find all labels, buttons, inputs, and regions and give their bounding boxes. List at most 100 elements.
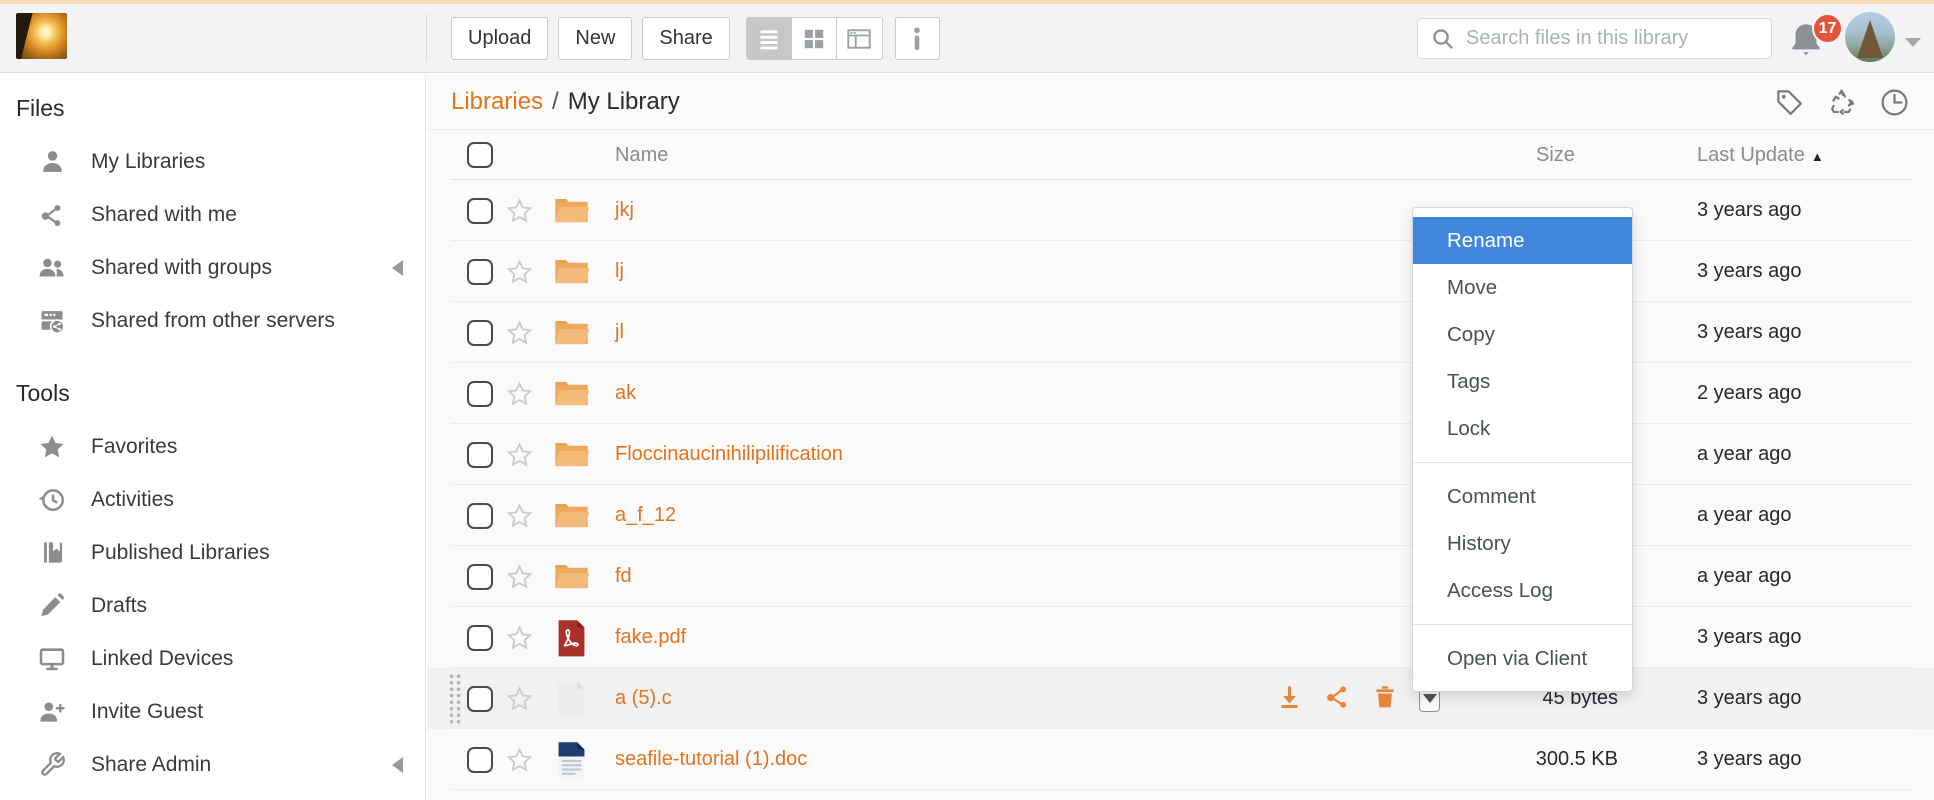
last-update: 3 years ago bbox=[1697, 687, 1913, 710]
favorite-star-icon[interactable] bbox=[493, 502, 545, 530]
sidebar-item-drafts[interactable]: Drafts bbox=[0, 579, 425, 632]
menu-item-history[interactable]: History bbox=[1413, 520, 1632, 567]
menu-item-comment[interactable]: Comment bbox=[1413, 473, 1632, 520]
folder-icon bbox=[545, 195, 597, 226]
row-checkbox[interactable] bbox=[467, 747, 493, 773]
column-header-size[interactable]: Size bbox=[1446, 144, 1697, 167]
favorite-star-icon[interactable] bbox=[493, 258, 545, 286]
grid-view-icon[interactable] bbox=[792, 18, 837, 59]
trash-icon[interactable] bbox=[1372, 683, 1398, 715]
table-row[interactable]: jkj 3 years ago bbox=[427, 180, 1934, 241]
table-row-hovered[interactable]: a (5).c 45 bytes 3 years ago bbox=[427, 668, 1934, 729]
table-row[interactable]: lj 3 years ago bbox=[427, 241, 1934, 302]
sidebar-item-linked-devices[interactable]: Linked Devices bbox=[0, 632, 425, 685]
table-row[interactable]: fake.pdf 3 years ago bbox=[427, 607, 1934, 668]
search-box bbox=[1417, 18, 1772, 59]
favorite-star-icon[interactable] bbox=[493, 197, 545, 225]
notification-count-badge[interactable]: 17 bbox=[1812, 13, 1843, 44]
row-checkbox[interactable] bbox=[467, 503, 493, 529]
avatar[interactable] bbox=[1845, 12, 1895, 62]
row-checkbox[interactable] bbox=[467, 564, 493, 590]
history-clock-icon[interactable] bbox=[1879, 87, 1910, 118]
share-nodes-icon[interactable] bbox=[1324, 683, 1351, 715]
row-checkbox[interactable] bbox=[467, 259, 493, 285]
table-row[interactable]: jl 3 years ago bbox=[427, 302, 1934, 363]
sidebar-item-shared-with-groups[interactable]: Shared with groups bbox=[0, 241, 425, 294]
table-row[interactable]: fd a year ago bbox=[427, 546, 1934, 607]
search-input[interactable] bbox=[1466, 27, 1758, 50]
column-header-name[interactable]: Name bbox=[597, 144, 1276, 167]
favorite-star-icon[interactable] bbox=[493, 563, 545, 591]
download-icon[interactable] bbox=[1276, 683, 1303, 715]
menu-item-tags[interactable]: Tags bbox=[1413, 358, 1632, 405]
share-button[interactable]: Share bbox=[642, 17, 729, 60]
file-name-link[interactable]: fd bbox=[597, 565, 1276, 588]
detail-view-icon[interactable] bbox=[837, 18, 882, 59]
file-list: jkj 3 years ago lj 3 years ago jl bbox=[427, 180, 1934, 790]
recycle-trash-icon[interactable] bbox=[1826, 87, 1857, 118]
table-row[interactable]: Floccinaucinihilipilification a year ago bbox=[427, 424, 1934, 485]
file-name-link[interactable]: jl bbox=[597, 321, 1276, 344]
app-logo[interactable] bbox=[16, 13, 67, 59]
file-name-link[interactable]: ak bbox=[597, 382, 1276, 405]
breadcrumb-libraries-link[interactable]: Libraries bbox=[451, 88, 543, 116]
info-button[interactable] bbox=[895, 17, 940, 60]
collapse-chevron-left-icon[interactable] bbox=[392, 757, 403, 773]
menu-item-move[interactable]: Move bbox=[1413, 264, 1632, 311]
row-checkbox[interactable] bbox=[467, 381, 493, 407]
new-button[interactable]: New bbox=[558, 17, 632, 60]
account-chevron-down-icon[interactable] bbox=[1905, 38, 1921, 47]
sidebar-item-shared-from-other-servers[interactable]: Shared from other servers bbox=[0, 294, 425, 347]
sidebar-item-shared-with-me[interactable]: Shared with me bbox=[0, 188, 425, 241]
sidebar-item-activities[interactable]: Activities bbox=[0, 473, 425, 526]
tag-icon[interactable] bbox=[1773, 87, 1804, 118]
file-name-link[interactable]: a (5).c bbox=[597, 687, 1276, 710]
list-view-icon[interactable] bbox=[747, 18, 792, 59]
breadcrumb-current-library: My Library bbox=[568, 88, 680, 116]
column-header-last-update[interactable]: Last Update▲ bbox=[1697, 144, 1913, 167]
favorite-star-icon[interactable] bbox=[493, 319, 545, 347]
history-icon bbox=[37, 486, 67, 513]
table-row[interactable]: seafile-tutorial (1).doc 300.5 KB 3 year… bbox=[427, 729, 1934, 790]
library-action-icons bbox=[1773, 74, 1910, 130]
sidebar-item-share-admin[interactable]: Share Admin bbox=[0, 738, 425, 791]
upload-button[interactable]: Upload bbox=[451, 17, 548, 60]
row-checkbox[interactable] bbox=[467, 625, 493, 651]
file-name-link[interactable]: a_f_12 bbox=[597, 504, 1276, 527]
favorite-star-icon[interactable] bbox=[493, 685, 545, 713]
table-row[interactable]: a_f_12 a year ago bbox=[427, 485, 1934, 546]
table-row[interactable]: ak 2 years ago bbox=[427, 363, 1934, 424]
collapse-chevron-left-icon[interactable] bbox=[392, 260, 403, 276]
menu-item-open-via-client[interactable]: Open via Client bbox=[1413, 635, 1632, 682]
menu-divider bbox=[1413, 624, 1632, 625]
file-name-link[interactable]: fake.pdf bbox=[597, 626, 1276, 649]
sidebar-item-published-libraries[interactable]: Published Libraries bbox=[0, 526, 425, 579]
file-name-link[interactable]: lj bbox=[597, 260, 1276, 283]
favorite-star-icon[interactable] bbox=[493, 624, 545, 652]
header-divider bbox=[426, 14, 427, 62]
menu-item-lock[interactable]: Lock bbox=[1413, 405, 1632, 452]
menu-item-access-log[interactable]: Access Log bbox=[1413, 567, 1632, 614]
menu-item-copy[interactable]: Copy bbox=[1413, 311, 1632, 358]
sidebar-item-my-libraries[interactable]: My Libraries bbox=[0, 135, 425, 188]
monitor-icon bbox=[37, 645, 67, 673]
drag-handle[interactable] bbox=[448, 673, 462, 724]
favorite-star-icon[interactable] bbox=[493, 380, 545, 408]
last-update: 3 years ago bbox=[1697, 626, 1913, 649]
file-name-link[interactable]: Floccinaucinihilipilification bbox=[597, 443, 1276, 466]
book-icon bbox=[37, 539, 67, 566]
last-update: 3 years ago bbox=[1697, 321, 1913, 344]
file-name-link[interactable]: jkj bbox=[597, 199, 1276, 222]
row-checkbox[interactable] bbox=[467, 686, 493, 712]
row-checkbox[interactable] bbox=[467, 198, 493, 224]
menu-item-rename[interactable]: Rename bbox=[1413, 217, 1632, 264]
select-all-checkbox[interactable] bbox=[467, 142, 493, 168]
sidebar-item-favorites[interactable]: Favorites bbox=[0, 420, 425, 473]
row-checkbox[interactable] bbox=[467, 442, 493, 468]
menu-divider bbox=[1413, 462, 1632, 463]
row-checkbox[interactable] bbox=[467, 320, 493, 346]
sidebar-item-invite-guest[interactable]: Invite Guest bbox=[0, 685, 425, 738]
favorite-star-icon[interactable] bbox=[493, 441, 545, 469]
favorite-star-icon[interactable] bbox=[493, 746, 545, 774]
file-name-link[interactable]: seafile-tutorial (1).doc bbox=[597, 748, 1276, 771]
